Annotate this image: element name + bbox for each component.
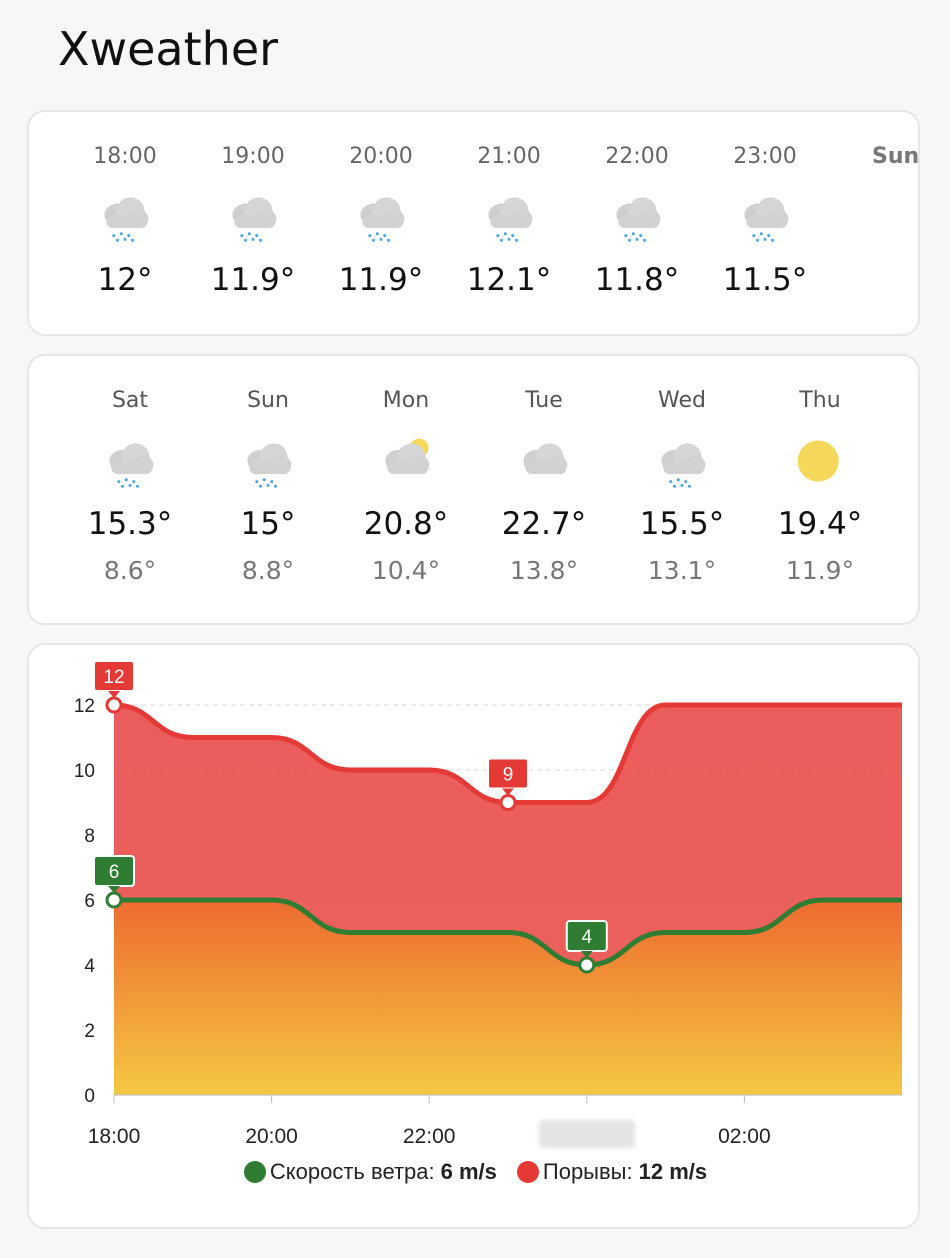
day-low-temp: 11.9° [785,556,855,585]
day-name: Thu [799,388,841,413]
day-low-temp: 8.8° [241,556,295,585]
legend-dot [516,1161,539,1183]
hour-temp: 11.9° [210,262,296,298]
rain-cloud-icon [102,432,158,492]
y-tick-label: 12 [74,696,95,717]
hourly-next-day-label: Sun [872,144,920,169]
rain-cloud-icon [481,186,537,246]
day-low-temp: 8.6° [103,556,157,585]
hour-time: 20:00 [349,144,413,169]
data-label: 12 [103,667,124,688]
day-name: Mon [382,388,430,413]
legend-item[interactable]: Скорость ветра: 6 m/s [243,1159,497,1185]
day-low-temp: 13.1° [647,556,717,585]
day-name: Sun [247,388,289,413]
hour-temp: 11.5° [722,262,808,298]
day-high-temp: 22.7° [501,506,587,542]
rain-cloud-icon [353,186,409,246]
hour-temp: 11.9° [338,262,424,298]
day-high-temp: 15° [240,506,296,542]
day-high-temp: 15.3° [87,506,173,542]
data-label: 9 [503,765,514,786]
cloud-icon [516,432,572,492]
hourly-forecast-card[interactable]: 18:00 12° 19:00 11.9° 20:00 11.9° 21:00 12.1° 22… [27,110,920,336]
y-tick-label: 8 [84,826,95,847]
day-low-temp: 10.4° [371,556,441,585]
day-name: Sat [111,388,149,413]
hour-time: 21:00 [477,144,541,169]
day-name: Wed [658,388,706,413]
x-tick-label-obscured [539,1120,635,1148]
legend-label: Порывы: [542,1159,633,1184]
data-point [499,794,517,811]
legend-item[interactable]: Порывы: 12 m/s [516,1159,708,1185]
y-tick-label: 0 [84,1086,95,1107]
data-label-pointer [502,788,514,796]
hour-temp: 12.1° [466,262,552,298]
hour-temp: 11.8° [594,262,680,298]
day-high-temp: 20.8° [363,506,449,542]
daily-forecast-card[interactable]: Sat 15.3° 8.6° Sun 15° 8.8° Mon 20.8° 10.4° Tue 22… [27,354,920,625]
rain-cloud-icon [737,186,793,246]
legend-label: Скорость ветра: [269,1159,435,1184]
legend-dot [243,1161,266,1183]
rain-cloud-icon [240,432,296,492]
wind-chart-card: 0 2 4 6 8 10 12 18:00 20:00 22:00 02:00 12 9 6 4 Скоро… [27,643,920,1229]
data-point [578,956,596,974]
chart-legend: Скорость ветра: 6 m/s Порывы: 12 m/s [29,1159,918,1189]
x-tick-label: 02:00 [718,1125,771,1148]
hour-time: 19:00 [221,144,285,169]
data-point [105,891,123,909]
legend-value: 6 m/s [440,1159,497,1184]
day-low-temp: 13.8° [509,556,579,585]
rain-cloud-icon [609,186,665,246]
day-name: Tue [525,388,563,413]
x-tick-label: 18:00 [88,1125,141,1148]
legend-value: 12 m/s [638,1159,708,1184]
sun-icon [792,432,848,492]
wind-chart: 02468101218:00 20:00 22:00 02:0012964 [74,660,902,1148]
y-tick-label: 2 [84,1021,95,1042]
data-label-pointer [108,691,120,698]
hour-time: 23:00 [733,144,797,169]
hour-time: 18:00 [93,144,157,169]
y-tick-label: 6 [84,891,95,912]
y-tick-label: 4 [84,956,95,977]
hour-temp: 12° [97,262,153,298]
x-tick-label: 22:00 [403,1125,456,1148]
rain-cloud-icon [97,186,153,246]
data-point [105,696,123,714]
rain-cloud-icon [225,186,281,246]
data-label: 6 [109,862,120,883]
hour-time: 22:00 [605,144,669,169]
data-label: 4 [582,927,593,948]
partly-cloudy-icon [378,432,434,492]
app-title: Xweather [58,22,279,76]
x-tick-label: 20:00 [245,1125,298,1148]
rain-cloud-icon [654,432,710,492]
day-high-temp: 19.4° [777,506,863,542]
y-tick-label: 10 [74,761,95,782]
day-high-temp: 15.5° [639,506,725,542]
